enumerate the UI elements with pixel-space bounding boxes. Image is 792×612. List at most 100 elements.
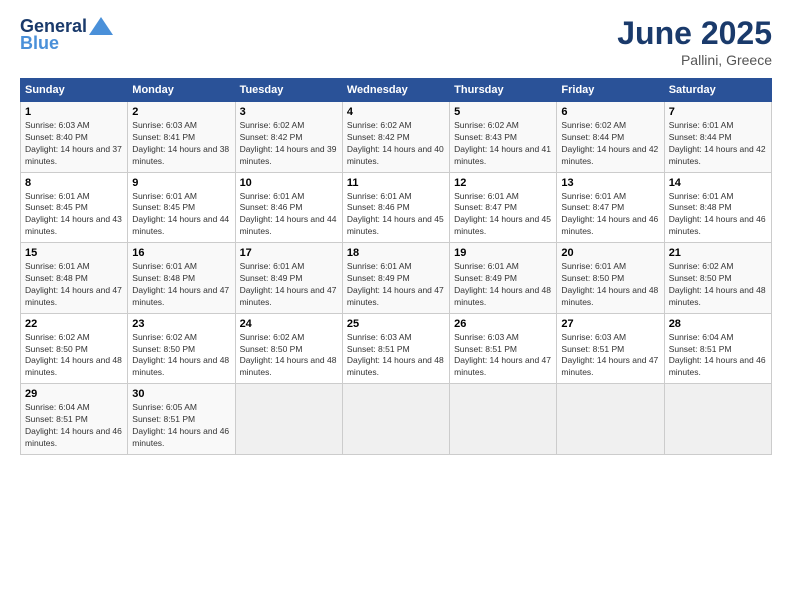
calendar-cell: 3 Sunrise: 6:02 AM Sunset: 8:42 PM Dayli…: [235, 102, 342, 173]
day-number: 11: [347, 177, 445, 189]
calendar-row: 8 Sunrise: 6:01 AM Sunset: 8:45 PM Dayli…: [21, 172, 772, 243]
calendar-cell: 17 Sunrise: 6:01 AM Sunset: 8:49 PM Dayl…: [235, 243, 342, 314]
calendar-cell: 13 Sunrise: 6:01 AM Sunset: 8:47 PM Dayl…: [557, 172, 664, 243]
day-info: Sunrise: 6:01 AM Sunset: 8:45 PM Dayligh…: [132, 191, 230, 239]
calendar-cell: 28 Sunrise: 6:04 AM Sunset: 8:51 PM Dayl…: [664, 313, 771, 384]
col-saturday: Saturday: [664, 79, 771, 102]
day-info: Sunrise: 6:02 AM Sunset: 8:50 PM Dayligh…: [240, 332, 338, 380]
calendar-cell: 25 Sunrise: 6:03 AM Sunset: 8:51 PM Dayl…: [342, 313, 449, 384]
day-number: 26: [454, 318, 552, 330]
day-number: 10: [240, 177, 338, 189]
calendar-cell: 27 Sunrise: 6:03 AM Sunset: 8:51 PM Dayl…: [557, 313, 664, 384]
calendar-cell: 23 Sunrise: 6:02 AM Sunset: 8:50 PM Dayl…: [128, 313, 235, 384]
calendar-cell: [557, 384, 664, 455]
page-container: General Blue June 2025 Pallini, Greece S…: [0, 0, 792, 465]
calendar-cell: 15 Sunrise: 6:01 AM Sunset: 8:48 PM Dayl…: [21, 243, 128, 314]
day-info: Sunrise: 6:01 AM Sunset: 8:46 PM Dayligh…: [240, 191, 338, 239]
day-info: Sunrise: 6:01 AM Sunset: 8:49 PM Dayligh…: [347, 261, 445, 309]
day-info: Sunrise: 6:02 AM Sunset: 8:44 PM Dayligh…: [561, 120, 659, 168]
day-number: 6: [561, 106, 659, 118]
day-info: Sunrise: 6:01 AM Sunset: 8:48 PM Dayligh…: [669, 191, 767, 239]
location: Pallini, Greece: [617, 52, 772, 68]
day-number: 22: [25, 318, 123, 330]
day-number: 13: [561, 177, 659, 189]
day-info: Sunrise: 6:02 AM Sunset: 8:42 PM Dayligh…: [347, 120, 445, 168]
logo-icon: [87, 15, 115, 37]
calendar-cell: 14 Sunrise: 6:01 AM Sunset: 8:48 PM Dayl…: [664, 172, 771, 243]
day-info: Sunrise: 6:05 AM Sunset: 8:51 PM Dayligh…: [132, 402, 230, 450]
day-info: Sunrise: 6:04 AM Sunset: 8:51 PM Dayligh…: [669, 332, 767, 380]
day-number: 2: [132, 106, 230, 118]
logo-blue: Blue: [20, 33, 59, 54]
day-number: 30: [132, 388, 230, 400]
col-sunday: Sunday: [21, 79, 128, 102]
calendar-row: 22 Sunrise: 6:02 AM Sunset: 8:50 PM Dayl…: [21, 313, 772, 384]
calendar-cell: 6 Sunrise: 6:02 AM Sunset: 8:44 PM Dayli…: [557, 102, 664, 173]
day-number: 18: [347, 247, 445, 259]
day-number: 5: [454, 106, 552, 118]
day-info: Sunrise: 6:03 AM Sunset: 8:51 PM Dayligh…: [347, 332, 445, 380]
calendar-cell: 5 Sunrise: 6:02 AM Sunset: 8:43 PM Dayli…: [450, 102, 557, 173]
day-info: Sunrise: 6:03 AM Sunset: 8:51 PM Dayligh…: [561, 332, 659, 380]
calendar-cell: 21 Sunrise: 6:02 AM Sunset: 8:50 PM Dayl…: [664, 243, 771, 314]
calendar-cell: [235, 384, 342, 455]
calendar-cell: 19 Sunrise: 6:01 AM Sunset: 8:49 PM Dayl…: [450, 243, 557, 314]
day-number: 7: [669, 106, 767, 118]
day-number: 17: [240, 247, 338, 259]
calendar-cell: 22 Sunrise: 6:02 AM Sunset: 8:50 PM Dayl…: [21, 313, 128, 384]
calendar-cell: 12 Sunrise: 6:01 AM Sunset: 8:47 PM Dayl…: [450, 172, 557, 243]
calendar-cell: 4 Sunrise: 6:02 AM Sunset: 8:42 PM Dayli…: [342, 102, 449, 173]
day-number: 21: [669, 247, 767, 259]
day-info: Sunrise: 6:01 AM Sunset: 8:46 PM Dayligh…: [347, 191, 445, 239]
col-wednesday: Wednesday: [342, 79, 449, 102]
day-info: Sunrise: 6:01 AM Sunset: 8:49 PM Dayligh…: [454, 261, 552, 309]
calendar-cell: 29 Sunrise: 6:04 AM Sunset: 8:51 PM Dayl…: [21, 384, 128, 455]
day-number: 16: [132, 247, 230, 259]
day-info: Sunrise: 6:01 AM Sunset: 8:44 PM Dayligh…: [669, 120, 767, 168]
day-info: Sunrise: 6:01 AM Sunset: 8:49 PM Dayligh…: [240, 261, 338, 309]
day-number: 29: [25, 388, 123, 400]
day-info: Sunrise: 6:02 AM Sunset: 8:42 PM Dayligh…: [240, 120, 338, 168]
calendar-table: Sunday Monday Tuesday Wednesday Thursday…: [20, 78, 772, 455]
day-number: 28: [669, 318, 767, 330]
calendar-cell: 10 Sunrise: 6:01 AM Sunset: 8:46 PM Dayl…: [235, 172, 342, 243]
calendar-cell: 1 Sunrise: 6:03 AM Sunset: 8:40 PM Dayli…: [21, 102, 128, 173]
calendar-cell: [664, 384, 771, 455]
col-monday: Monday: [128, 79, 235, 102]
calendar-header-row: Sunday Monday Tuesday Wednesday Thursday…: [21, 79, 772, 102]
day-info: Sunrise: 6:02 AM Sunset: 8:50 PM Dayligh…: [669, 261, 767, 309]
calendar-cell: 16 Sunrise: 6:01 AM Sunset: 8:48 PM Dayl…: [128, 243, 235, 314]
day-info: Sunrise: 6:03 AM Sunset: 8:41 PM Dayligh…: [132, 120, 230, 168]
day-number: 25: [347, 318, 445, 330]
calendar-cell: 2 Sunrise: 6:03 AM Sunset: 8:41 PM Dayli…: [128, 102, 235, 173]
day-number: 27: [561, 318, 659, 330]
calendar-cell: 26 Sunrise: 6:03 AM Sunset: 8:51 PM Dayl…: [450, 313, 557, 384]
page-header: General Blue June 2025 Pallini, Greece: [20, 15, 772, 68]
day-number: 8: [25, 177, 123, 189]
day-info: Sunrise: 6:03 AM Sunset: 8:40 PM Dayligh…: [25, 120, 123, 168]
day-info: Sunrise: 6:02 AM Sunset: 8:43 PM Dayligh…: [454, 120, 552, 168]
day-info: Sunrise: 6:01 AM Sunset: 8:48 PM Dayligh…: [25, 261, 123, 309]
calendar-cell: 9 Sunrise: 6:01 AM Sunset: 8:45 PM Dayli…: [128, 172, 235, 243]
day-info: Sunrise: 6:01 AM Sunset: 8:47 PM Dayligh…: [454, 191, 552, 239]
calendar-cell: 18 Sunrise: 6:01 AM Sunset: 8:49 PM Dayl…: [342, 243, 449, 314]
day-number: 4: [347, 106, 445, 118]
day-info: Sunrise: 6:02 AM Sunset: 8:50 PM Dayligh…: [25, 332, 123, 380]
day-info: Sunrise: 6:01 AM Sunset: 8:45 PM Dayligh…: [25, 191, 123, 239]
day-number: 24: [240, 318, 338, 330]
calendar-cell: 20 Sunrise: 6:01 AM Sunset: 8:50 PM Dayl…: [557, 243, 664, 314]
calendar-cell: 11 Sunrise: 6:01 AM Sunset: 8:46 PM Dayl…: [342, 172, 449, 243]
col-friday: Friday: [557, 79, 664, 102]
day-info: Sunrise: 6:03 AM Sunset: 8:51 PM Dayligh…: [454, 332, 552, 380]
day-number: 14: [669, 177, 767, 189]
day-number: 15: [25, 247, 123, 259]
day-info: Sunrise: 6:01 AM Sunset: 8:50 PM Dayligh…: [561, 261, 659, 309]
logo: General Blue: [20, 15, 115, 54]
day-info: Sunrise: 6:02 AM Sunset: 8:50 PM Dayligh…: [132, 332, 230, 380]
title-block: June 2025 Pallini, Greece: [617, 15, 772, 68]
day-number: 9: [132, 177, 230, 189]
calendar-row: 1 Sunrise: 6:03 AM Sunset: 8:40 PM Dayli…: [21, 102, 772, 173]
day-number: 1: [25, 106, 123, 118]
calendar-cell: [342, 384, 449, 455]
calendar-row: 29 Sunrise: 6:04 AM Sunset: 8:51 PM Dayl…: [21, 384, 772, 455]
